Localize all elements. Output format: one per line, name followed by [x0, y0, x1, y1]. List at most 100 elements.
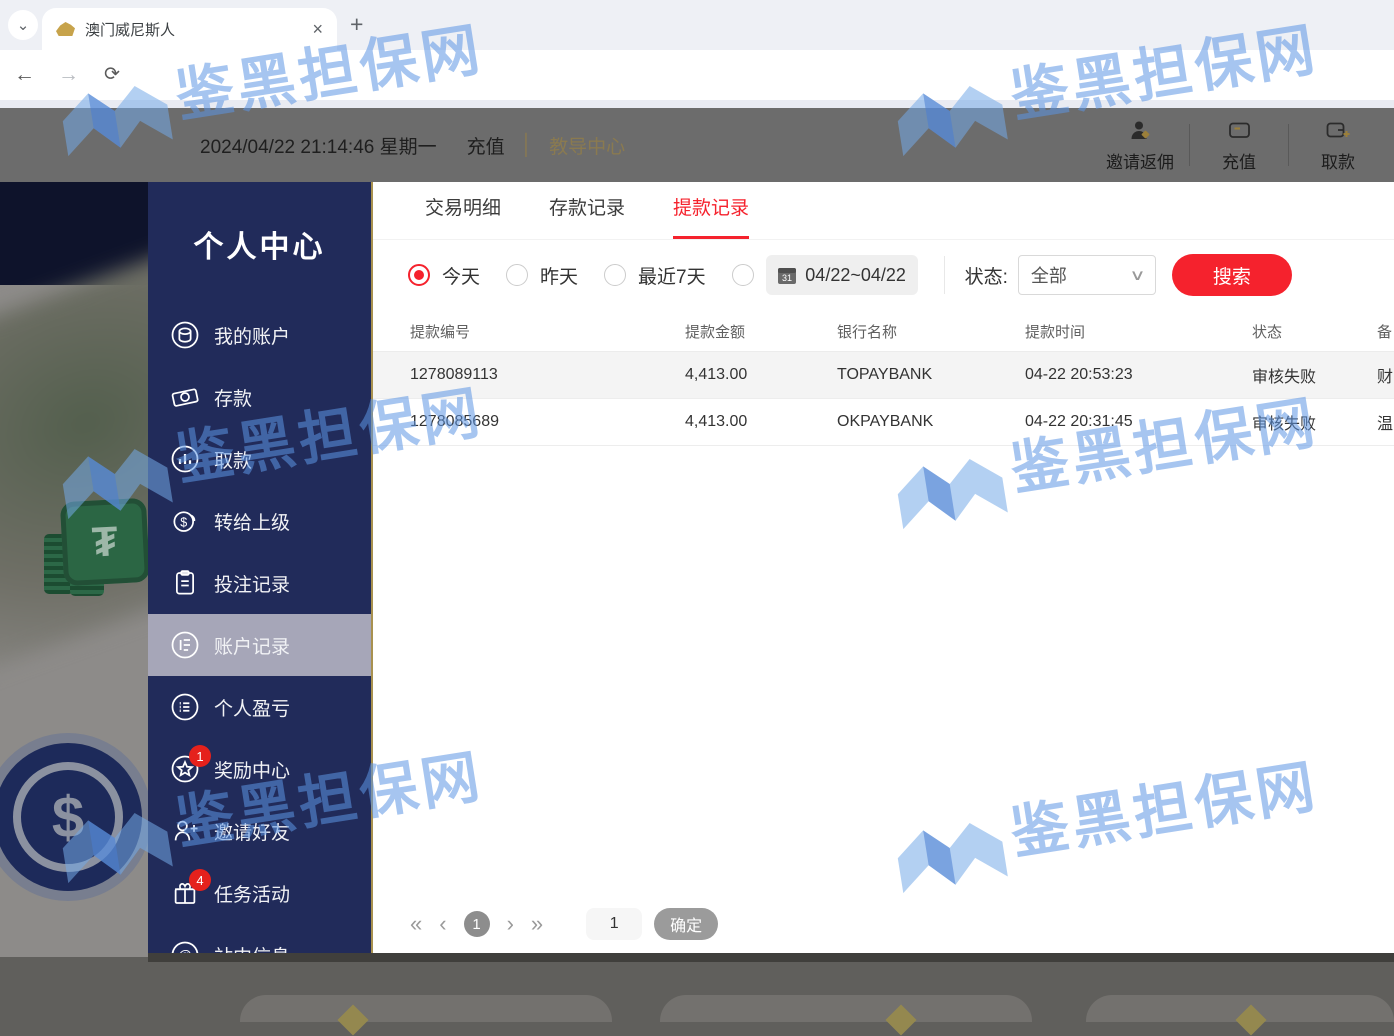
- svg-text:31: 31: [782, 273, 792, 283]
- sidebar-item-withdraw[interactable]: 取款: [148, 428, 371, 490]
- col-remark: 备: [1340, 312, 1394, 352]
- site-favicon-icon: [56, 22, 75, 36]
- table-header-row: 提款编号 提款金额 银行名称 提款时间 状态 备: [373, 312, 1394, 352]
- tab-transaction-details[interactable]: 交易明细: [425, 182, 501, 239]
- radio-custom-range[interactable]: [732, 264, 754, 286]
- banknote-icon: [170, 382, 200, 412]
- add-person-icon: [170, 816, 200, 846]
- sidebar-item-deposit[interactable]: 存款: [148, 366, 371, 428]
- status-label: 状态:: [965, 262, 1008, 289]
- list-icon: [170, 692, 200, 722]
- new-tab-button[interactable]: +: [350, 11, 363, 38]
- sidebar-item-invite-friends[interactable]: 邀请好友: [148, 800, 371, 862]
- withdraw-wallet-icon: [1325, 118, 1351, 142]
- sidebar-item-account-records[interactable]: 账户记录: [148, 614, 371, 676]
- invite-rebate-icon: [1127, 118, 1153, 142]
- search-button[interactable]: 搜索: [1172, 254, 1292, 296]
- cell-time: 04-22 20:31:45: [988, 399, 1215, 446]
- status-badge: 审核失败: [1215, 399, 1340, 446]
- piggy-bank-icon: $: [170, 506, 200, 536]
- tab-title: 澳门威尼斯人: [85, 19, 312, 40]
- next-page-icon[interactable]: ›: [507, 911, 514, 937]
- records-tabs: 交易明细 存款记录 提款记录: [373, 182, 1394, 240]
- col-withdraw-id: 提款编号: [373, 312, 648, 352]
- back-icon[interactable]: ←: [14, 62, 35, 88]
- col-time: 提款时间: [988, 312, 1215, 352]
- filter-row: 今天 昨天 最近7天 31 04/22~04/22 状态: 全部 ∨ 搜索: [373, 244, 1394, 306]
- footer-card: [660, 995, 1032, 1022]
- page-number-input[interactable]: 1: [586, 908, 642, 940]
- panel-bottom-shadow: [148, 953, 1394, 962]
- cell-remark: 温: [1340, 399, 1394, 446]
- date-range-value: 04/22~04/22: [805, 265, 906, 286]
- browser-tab[interactable]: 澳门威尼斯人 ×: [42, 8, 337, 50]
- filter-divider: [944, 256, 945, 294]
- star-medal-icon: 1: [170, 754, 200, 784]
- cell-withdraw-id: 1278089113: [373, 352, 648, 399]
- radio-today[interactable]: [408, 264, 430, 286]
- left-background-strip: ₮ $: [0, 182, 148, 957]
- header-recharge-link[interactable]: 充值: [467, 132, 505, 159]
- tab-withdraw-records[interactable]: 提款记录: [673, 182, 749, 239]
- cell-remark: 财: [1340, 352, 1394, 399]
- pagination: « ‹ 1 › » 1 确定: [410, 908, 718, 940]
- reward-badge: 1: [189, 745, 211, 767]
- col-amount: 提款金额: [648, 312, 800, 352]
- cell-bank: TOPAYBANK: [800, 352, 988, 399]
- confirm-page-button[interactable]: 确定: [654, 908, 718, 940]
- cell-amount: 4,413.00: [648, 352, 800, 399]
- first-page-icon[interactable]: «: [410, 911, 422, 937]
- tab-search-chevron-icon[interactable]: ⌄: [8, 10, 38, 40]
- status-badge: 审核失败: [1215, 352, 1340, 399]
- sidebar-item-profit-loss[interactable]: 个人盈亏: [148, 676, 371, 738]
- reload-icon[interactable]: ⟳: [104, 62, 120, 88]
- col-status: 状态: [1215, 312, 1340, 352]
- svg-text:$: $: [180, 516, 187, 530]
- tab-close-icon[interactable]: ×: [312, 19, 323, 40]
- header-nav-separator: [1288, 124, 1289, 166]
- sidebar-item-transfer-up[interactable]: $ 转给上级: [148, 490, 371, 552]
- forward-icon[interactable]: →: [58, 62, 79, 88]
- radio-yesterday-label[interactable]: 昨天: [540, 262, 578, 289]
- cell-bank: OKPAYBANK: [800, 399, 988, 446]
- records-panel: 交易明细 存款记录 提款记录 今天 昨天 最近7天 31 04/22~04/22…: [373, 182, 1394, 957]
- prev-page-icon[interactable]: ‹: [439, 911, 446, 937]
- cell-withdraw-id: 1278085689: [373, 399, 648, 446]
- chevron-down-icon: ∨: [1129, 266, 1145, 284]
- header-nav-recharge[interactable]: 充值: [1195, 118, 1283, 173]
- radio-yesterday[interactable]: [506, 264, 528, 286]
- radio-last7days-label[interactable]: 最近7天: [638, 262, 706, 289]
- date-range-picker[interactable]: 31 04/22~04/22: [766, 255, 918, 295]
- withdraw-records-table: 提款编号 提款金额 银行名称 提款时间 状态 备 1278089113 4,41…: [373, 312, 1394, 446]
- radio-last7days[interactable]: [604, 264, 626, 286]
- gift-icon: 4: [170, 878, 200, 908]
- sidebar-title: 个人中心: [148, 222, 371, 266]
- status-select[interactable]: 全部 ∨: [1018, 255, 1156, 295]
- sidebar-item-reward-center[interactable]: 1 奖励中心: [148, 738, 371, 800]
- browser-tab-strip: ⌄ 澳门威尼斯人 × +: [0, 0, 1394, 50]
- radio-today-label[interactable]: 今天: [442, 262, 480, 289]
- cell-amount: 4,413.00: [648, 399, 800, 446]
- usd-coin-image: $: [0, 733, 148, 901]
- table-row: 1278089113 4,413.00 TOPAYBANK 04-22 20:5…: [373, 352, 1394, 399]
- last-page-icon[interactable]: »: [531, 911, 543, 937]
- account-coins-icon: [170, 320, 200, 350]
- header-tutorial-link[interactable]: 教导中心: [549, 132, 625, 159]
- record-list-icon: [170, 630, 200, 660]
- current-page-button[interactable]: 1: [464, 911, 490, 937]
- header-datetime: 2024/04/22 21:14:46 星期一: [200, 132, 437, 159]
- table-row: 1278085689 4,413.00 OKPAYBANK 04-22 20:3…: [373, 399, 1394, 446]
- status-selected-value: 全部: [1031, 262, 1067, 288]
- personal-center-sidebar: 个人中心 我的账户 存款: [148, 182, 373, 957]
- bar-chart-icon: [170, 444, 200, 474]
- sidebar-item-task-activity[interactable]: 4 任务活动: [148, 862, 371, 924]
- clipboard-icon: [170, 568, 200, 598]
- sidebar-item-my-account[interactable]: 我的账户: [148, 304, 371, 366]
- recharge-card-icon: [1226, 118, 1252, 142]
- tab-deposit-records[interactable]: 存款记录: [549, 182, 625, 239]
- sidebar-item-bet-records[interactable]: 投注记录: [148, 552, 371, 614]
- chrome-bottom-edge: [0, 100, 1394, 108]
- header-nav-invite-rebate[interactable]: 邀请返佣: [1096, 118, 1184, 173]
- header-nav-withdraw[interactable]: 取款: [1294, 118, 1382, 173]
- site-header: 2024/04/22 21:14:46 星期一 充值 │ 教导中心 邀请返佣 充…: [0, 108, 1394, 182]
